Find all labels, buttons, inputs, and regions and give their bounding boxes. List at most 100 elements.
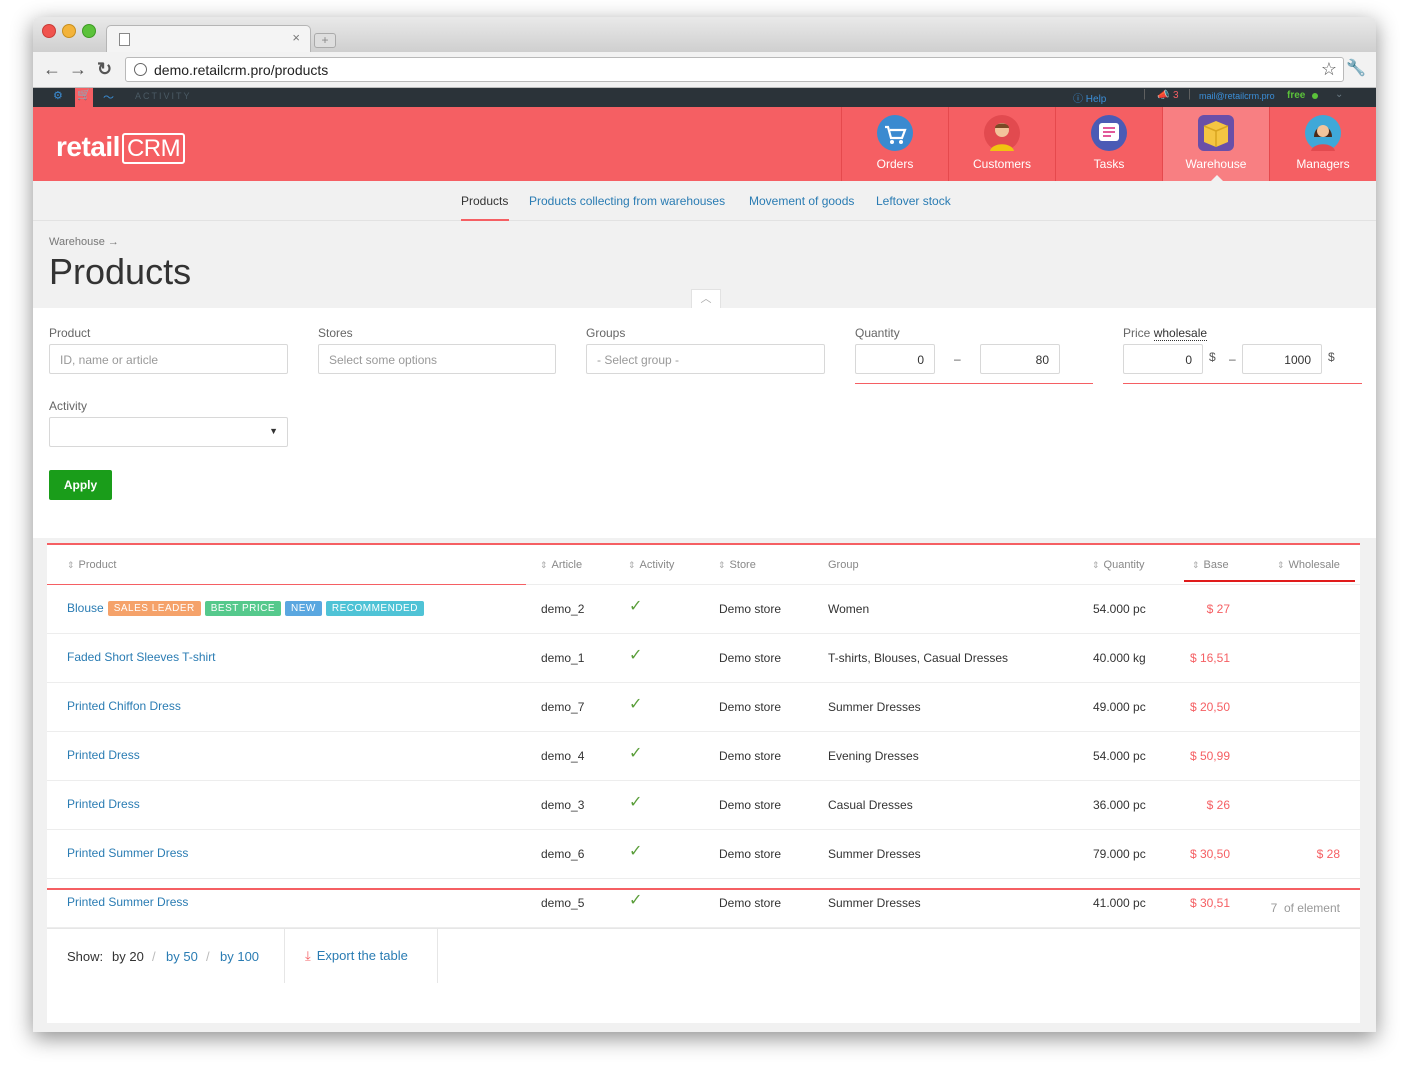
th-store[interactable]: ⇕ Store (718, 559, 756, 571)
product-name[interactable]: Printed Dress (67, 797, 140, 811)
price-min-input[interactable]: 0 (1123, 344, 1203, 374)
user-email[interactable]: mail@retailcrm.pro (1199, 91, 1275, 101)
product-name-link[interactable]: Printed Dress (67, 748, 140, 762)
product-name[interactable]: Faded Short Sleeves T-shirt (67, 650, 216, 664)
quantity-cell: 36.000 pc (1093, 798, 1146, 812)
subnav-leftover-stock[interactable]: Leftover stock (876, 194, 951, 208)
manager-avatar-icon (1305, 115, 1341, 151)
reload-icon[interactable]: ↻ (97, 59, 112, 79)
quantity-cell: 40.000 kg (1093, 651, 1146, 665)
quantity-max-input[interactable]: 80 (980, 344, 1060, 374)
th-article[interactable]: ⇕ Article (540, 559, 582, 571)
apply-button[interactable]: Apply (49, 470, 112, 500)
notifications-icon[interactable]: 📣 (1157, 90, 1169, 101)
quantity-cell: 49.000 pc (1093, 700, 1146, 714)
new-tab-button[interactable]: + (314, 33, 336, 48)
th-wholesale-price[interactable]: ⇕ Wholesale (1277, 559, 1340, 571)
page-size-separator: / (206, 949, 210, 964)
product-name[interactable]: Printed Summer Dress (67, 895, 188, 909)
table-row[interactable]: Faded Short Sleeves T-shirt demo_1 ✓ Demo s… (47, 634, 1360, 683)
breadcrumb[interactable]: Warehouse → (49, 236, 119, 248)
subnav-products[interactable]: Products (461, 194, 508, 208)
page-size-50[interactable]: by 50 (166, 949, 198, 964)
product-name-link[interactable]: Printed Dress (67, 797, 140, 811)
help-link[interactable]: ⓘ Help (1073, 90, 1106, 105)
address-bar[interactable]: demo.retailcrm.pro/products ☆ (125, 57, 1344, 82)
product-name-link[interactable]: Printed Chiffon Dress (67, 699, 181, 713)
store-cell: Demo store (719, 651, 782, 665)
page-head: Warehouse → Products ︿ (33, 221, 1376, 308)
table-row[interactable]: Printed Summer Dress demo_5 ✓ Demo store Sum… (47, 879, 1360, 928)
groups-filter-label: Groups (586, 326, 626, 340)
page-size-20[interactable]: by 20 (112, 949, 144, 964)
nav-tasks[interactable]: Tasks (1055, 107, 1162, 181)
product-name[interactable]: Printed Dress (67, 748, 140, 762)
tab-close-icon[interactable]: × (292, 30, 300, 45)
browser-tab[interactable]: × (106, 25, 311, 52)
url-text[interactable]: demo.retailcrm.pro/products (154, 62, 328, 78)
export-table-link[interactable]: ⤓ Export the table (305, 948, 408, 964)
user-menu-chevron-icon[interactable]: ⌄ (1335, 89, 1343, 100)
th-activity[interactable]: ⇕ Activity (628, 559, 674, 571)
table-row[interactable]: Blouse SALES LEADER BEST PRICE NEW RECOMMEND… (47, 585, 1360, 634)
cart-strip-icon[interactable]: 🛒 (75, 88, 93, 107)
minimize-window-button[interactable] (62, 24, 76, 38)
quantity-min-input[interactable]: 0 (855, 344, 935, 374)
th-base-price[interactable]: ⇕ Base (1192, 559, 1229, 571)
table-row[interactable]: Printed Dress demo_3 ✓ Demo store Casual Dre… (47, 781, 1360, 830)
close-window-button[interactable] (42, 24, 56, 38)
settings-gear-icon[interactable]: ⚙ (53, 89, 63, 102)
product-badge: RECOMMENDED (325, 601, 424, 616)
nav-orders[interactable]: Orders (841, 107, 948, 181)
active-check-icon: ✓ (629, 745, 643, 762)
store-cell: Demo store (719, 602, 782, 616)
th-article-label: Article (551, 559, 583, 571)
online-status-dot (1312, 93, 1318, 99)
back-icon[interactable]: ← (43, 59, 61, 79)
article-cell: demo_6 (541, 847, 585, 861)
th-quantity[interactable]: ⇕ Quantity (1092, 559, 1145, 571)
product-name[interactable]: Printed Summer Dress (67, 846, 188, 860)
nav-customers[interactable]: Customers (948, 107, 1055, 181)
nav-warehouse-label: Warehouse (1185, 157, 1247, 171)
products-table: ⇕ Product ⇕ Article ⇕ Activity ⇕ Store Group… (47, 543, 1360, 1023)
subnav-movement-of-goods[interactable]: Movement of goods (749, 194, 854, 208)
th-product[interactable]: ⇕ Product (67, 559, 116, 571)
price-min-currency: $ (1209, 350, 1216, 364)
activity-strip-label[interactable]: ACTIVITY (135, 91, 192, 101)
price-max-input[interactable]: 1000 (1242, 344, 1322, 374)
sort-icon: ⇕ (540, 560, 548, 570)
product-search-input[interactable]: ID, name or article (49, 344, 288, 374)
table-row[interactable]: Printed Dress demo_4 ✓ Demo store Evening Dr… (47, 732, 1360, 781)
quantity-filter-label: Quantity (855, 326, 900, 340)
quantity-cell: 79.000 pc (1093, 847, 1146, 861)
table-row[interactable]: Printed Chiffon Dress demo_7 ✓ Demo store Su… (47, 683, 1360, 732)
stores-select[interactable]: Select some options (318, 344, 556, 374)
activity-chart-icon[interactable]: 〜 (103, 89, 114, 105)
product-name-link[interactable]: Printed Summer Dress (67, 895, 188, 909)
price-type-toggle[interactable]: wholesale (1153, 326, 1208, 341)
table-row[interactable]: Printed Summer Dress demo_6 ✓ Demo store Sum… (47, 830, 1360, 879)
subnav-products-collecting[interactable]: Products collecting from warehouses (529, 194, 725, 208)
product-name[interactable]: Blouse (67, 601, 104, 615)
nav-warehouse[interactable]: Warehouse (1162, 107, 1269, 182)
collapse-filters-chevron-icon[interactable]: ︿ (691, 289, 721, 308)
activity-select[interactable]: ▼ (49, 417, 288, 447)
nav-managers[interactable]: Managers (1269, 107, 1376, 181)
groups-select[interactable]: - Select group - (586, 344, 825, 374)
product-name[interactable]: Printed Chiffon Dress (67, 699, 181, 713)
bookmark-star-icon[interactable]: ☆ (1321, 59, 1337, 80)
product-name-link[interactable]: Blouse SALES LEADER BEST PRICE NEW RECOMMEND… (67, 601, 424, 617)
zoom-window-button[interactable] (82, 24, 96, 38)
page-size-100[interactable]: by 100 (220, 949, 259, 964)
product-name-link[interactable]: Printed Summer Dress (67, 846, 188, 860)
app-viewport: ⚙ 🛒 〜 ACTIVITY ⓘ Help | 📣 3 | mail@retai… (33, 88, 1376, 1032)
retailcrm-logo[interactable]: retail CRM (56, 131, 186, 164)
wrench-icon[interactable]: 🔧 (1346, 58, 1366, 78)
product-name-link[interactable]: Faded Short Sleeves T-shirt (67, 650, 216, 664)
forward-icon[interactable]: → (69, 59, 87, 79)
activity-filter-label: Activity (49, 399, 88, 413)
notifications-count: 3 (1173, 90, 1179, 101)
help-label: Help (1085, 94, 1107, 105)
th-activity-label: Activity (639, 559, 675, 571)
